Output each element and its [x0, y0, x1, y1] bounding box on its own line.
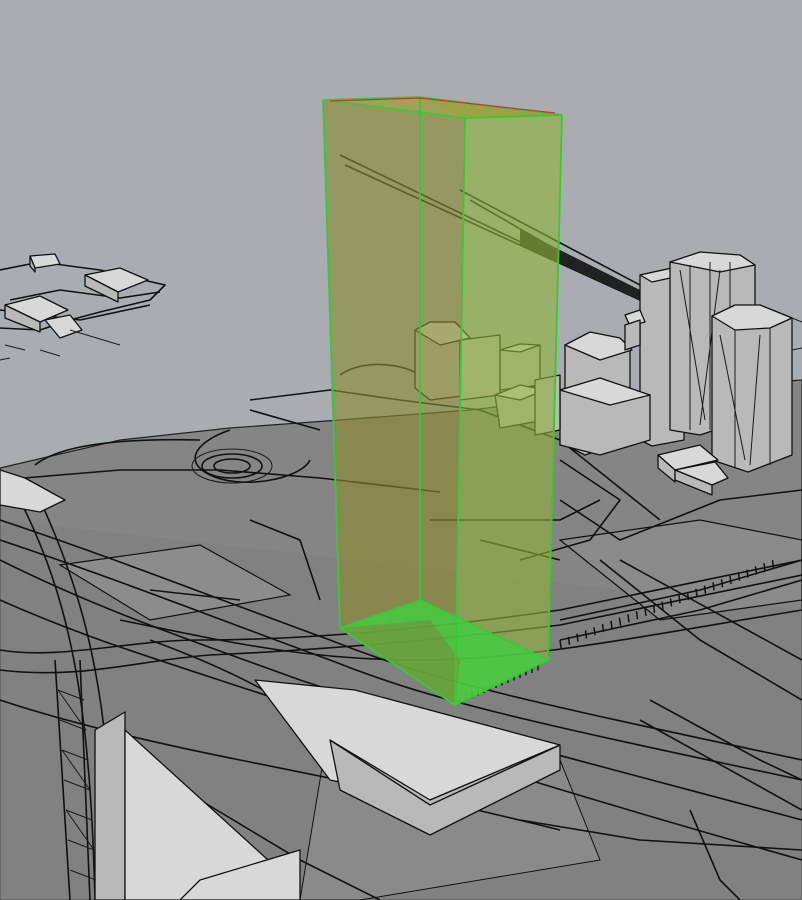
rail-tick [686, 591, 690, 601]
rail-tick [652, 604, 656, 613]
rail-tick [618, 617, 622, 626]
rail-tick [627, 614, 630, 623]
rail-tick [601, 623, 605, 633]
rail-tick [737, 572, 741, 581]
rail-tick [712, 582, 715, 591]
rhino-3d-viewport[interactable] [0, 0, 802, 900]
rail-tick [661, 601, 664, 610]
rail-tick [644, 607, 647, 617]
selected-box-object[interactable] [322, 96, 563, 707]
rail-tick [746, 569, 749, 578]
rail-tick [720, 579, 724, 588]
rail-tick [669, 598, 673, 607]
rail-tick [593, 627, 596, 636]
rail-tick [729, 575, 732, 585]
rail-tick [695, 588, 698, 597]
rail-tick [771, 559, 775, 569]
rail-tick [635, 611, 639, 620]
rail-tick [584, 630, 588, 639]
rail-tick [576, 633, 579, 642]
rail-tick [559, 639, 562, 649]
viewport-canvas[interactable] [0, 0, 802, 900]
rail-tick [610, 620, 613, 629]
rail-tick [567, 636, 571, 645]
rail-tick [703, 585, 707, 594]
rail-tick [763, 563, 766, 572]
rail-tick [754, 566, 758, 575]
rail-tick [678, 595, 681, 604]
